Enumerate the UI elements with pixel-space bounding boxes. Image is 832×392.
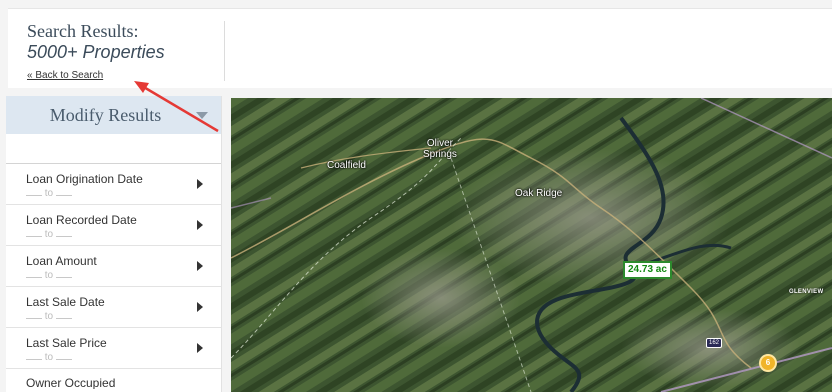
filter-owner-occupied[interactable]: Owner Occupied (6, 369, 221, 389)
filter-label: Loan Amount (26, 254, 97, 268)
back-to-search-link[interactable]: « Back to Search (27, 70, 103, 81)
property-cluster-marker[interactable]: 6 (759, 354, 777, 372)
place-label-oliver-springs: Oliver Springs (423, 138, 457, 160)
filter-label: Last Sale Date (26, 295, 105, 309)
modify-results-toggle[interactable]: Modify Results (6, 96, 221, 134)
header-divider (224, 21, 225, 81)
route-shield: 162 (706, 338, 723, 348)
filter-range: to (26, 310, 221, 324)
page: Search Results: 5000+ Properties « Back … (0, 0, 832, 392)
place-label-glenview: GLENVIEW (789, 289, 824, 295)
map-terrain (231, 98, 832, 392)
modify-results-label: Modify Results (49, 104, 162, 125)
acreage-badge[interactable]: 24.73 ac (623, 261, 672, 279)
filter-label: Loan Recorded Date (26, 213, 137, 227)
chevron-right-icon (197, 302, 203, 312)
chevron-right-icon (197, 261, 203, 271)
results-count: 5000+ Properties (27, 42, 165, 62)
sidebar-spacer (6, 134, 221, 164)
chevron-down-icon (196, 112, 208, 119)
results-header: Search Results: 5000+ Properties « Back … (8, 8, 832, 88)
page-title: Search Results: (27, 21, 139, 41)
filter-label: Loan Origination Date (26, 172, 143, 186)
filter-last-sale-date[interactable]: Last Sale Date to (6, 287, 221, 328)
filter-range: to (26, 269, 221, 283)
place-label-coalfield: Coalfield (327, 160, 366, 171)
chevron-right-icon (197, 179, 203, 189)
filter-loan-amount[interactable]: Loan Amount to (6, 246, 221, 287)
filter-range: to (26, 187, 221, 201)
chevron-right-icon (197, 220, 203, 230)
filter-loan-origination-date[interactable]: Loan Origination Date to (6, 164, 221, 205)
chevron-right-icon (197, 343, 203, 353)
satellite-map[interactable]: Coalfield Oliver Springs Oak Ridge GLENV… (231, 98, 832, 392)
results-summary: Search Results: 5000+ Properties « Back … (8, 9, 224, 89)
filter-range: to (26, 228, 221, 242)
filter-last-sale-price[interactable]: Last Sale Price to (6, 328, 221, 369)
place-label-oak-ridge: Oak Ridge (515, 188, 563, 199)
filter-range: to (26, 351, 221, 365)
filter-label: Last Sale Price (26, 336, 107, 350)
filter-loan-recorded-date[interactable]: Loan Recorded Date to (6, 205, 221, 246)
filter-sidebar: Modify Results Loan Origination Date to … (6, 96, 222, 392)
